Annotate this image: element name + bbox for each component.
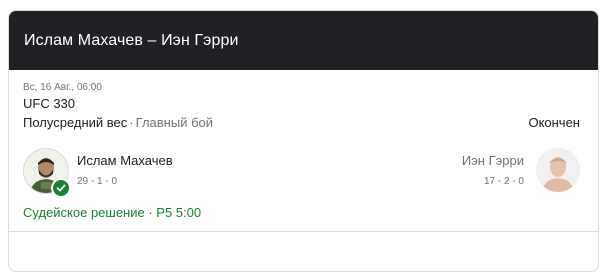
bout-type: Главный бой xyxy=(135,115,214,130)
fighter-right-avatar[interactable] xyxy=(536,148,580,192)
weight-class: Полусредний вес xyxy=(23,115,128,130)
event-name: UFC 330 xyxy=(23,96,76,111)
match-header[interactable]: Ислам Махачев – Иэн Гэрри xyxy=(9,11,598,70)
fighter-left-record: 29 - 1 - 0 xyxy=(77,176,118,187)
match-body: Вс, 16 Авг., 06:00 UFC 330 Полусредний в… xyxy=(9,70,598,270)
divider xyxy=(9,231,598,232)
weight-class-row: Полусредний вес · Главный бой xyxy=(23,115,213,130)
match-title: Ислам Махачев – Иэн Гэрри xyxy=(24,31,239,49)
separator-dot: · xyxy=(129,115,134,130)
winner-check-icon xyxy=(51,178,71,198)
fighter-left-name[interactable]: Ислам Махачев xyxy=(77,153,173,168)
fighter-photo-icon xyxy=(536,148,580,192)
fighter-right-name[interactable]: Иэн Гэрри xyxy=(462,153,524,168)
fight-result: Судейское решение · Р5 5:00 xyxy=(23,205,202,220)
match-card[interactable]: Ислам Махачев – Иэн Гэрри Вс, 16 Авг., 0… xyxy=(8,10,599,272)
match-date: Вс, 16 Авг., 06:00 xyxy=(23,82,102,93)
match-status: Окончен xyxy=(528,115,580,130)
fighter-right-record: 17 - 2 - 0 xyxy=(483,176,524,187)
